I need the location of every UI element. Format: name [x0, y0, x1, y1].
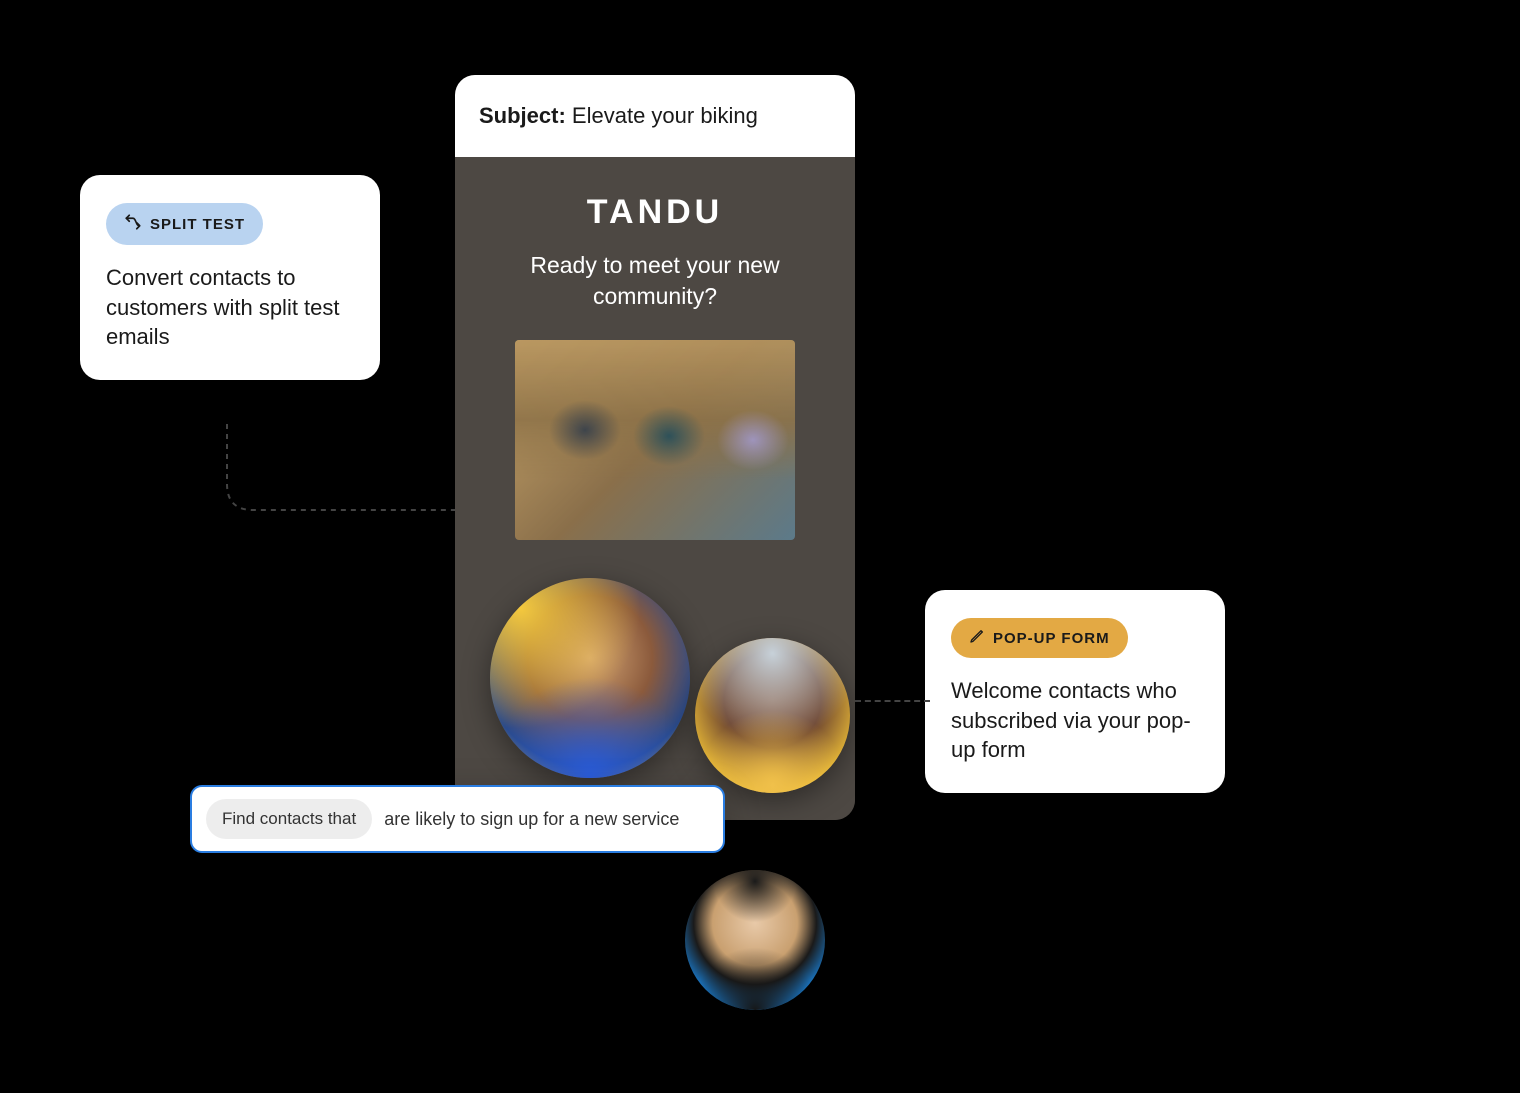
split-test-callout-text: Convert contacts to customers with split…	[106, 263, 354, 352]
split-test-chip: SPLIT TEST	[106, 203, 263, 245]
marketing-composition: Subject: Elevate your biking TANDU Ready…	[0, 0, 1520, 1093]
subject-text: Elevate your biking	[572, 103, 758, 128]
split-test-chip-label: SPLIT TEST	[150, 216, 245, 233]
connector-line-left	[225, 424, 455, 514]
popup-form-callout-text: Welcome contacts who subscribed via your…	[951, 676, 1199, 765]
brand-logo: TANDU	[479, 193, 831, 232]
split-arrows-icon	[124, 213, 142, 235]
connector-line-right	[855, 700, 930, 702]
search-prefix-chip: Find contacts that	[206, 799, 372, 839]
search-query-text: are likely to sign up for a new service	[384, 809, 679, 830]
popup-form-chip: POP-UP FORM	[951, 618, 1128, 658]
popup-form-chip-label: POP-UP FORM	[993, 630, 1110, 647]
find-contacts-search[interactable]: Find contacts that are likely to sign up…	[190, 785, 725, 853]
email-subject-line: Subject: Elevate your biking	[455, 75, 855, 157]
pencil-icon	[969, 628, 985, 648]
contact-avatar-2	[695, 638, 850, 793]
subject-label: Subject:	[479, 103, 566, 128]
popup-form-callout: POP-UP FORM Welcome contacts who subscri…	[925, 590, 1225, 793]
contact-avatar-1	[490, 578, 690, 778]
email-hero-image	[515, 340, 795, 540]
email-headline: Ready to meet your new community?	[479, 250, 831, 312]
contact-avatar-3	[685, 870, 825, 1010]
split-test-callout: SPLIT TEST Convert contacts to customers…	[80, 175, 380, 380]
